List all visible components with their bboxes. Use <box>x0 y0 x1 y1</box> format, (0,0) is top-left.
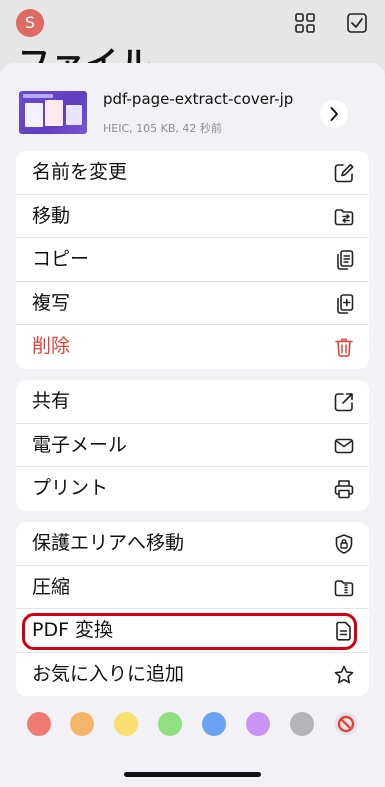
rename-row[interactable]: 名前を変更 <box>16 151 369 195</box>
file-name: pdf-page-extract-cover-jp <box>103 90 294 108</box>
home-indicator <box>124 772 261 777</box>
star-icon <box>334 665 354 684</box>
email-label: 電子メール <box>32 433 128 456</box>
compress-row[interactable]: 圧縮 <box>16 566 369 610</box>
compress-label: 圧縮 <box>32 575 71 598</box>
rename-icon <box>334 164 354 183</box>
file-actions-group: 名前を変更 移動 コピー 複写 削除 <box>16 151 369 369</box>
grid-view-icon[interactable] <box>294 12 316 34</box>
color-tag-purple[interactable] <box>246 712 270 736</box>
share-actions-group: 共有 電子メール プリント <box>16 380 369 511</box>
color-tag-green[interactable] <box>158 712 182 736</box>
color-tag-blue[interactable] <box>202 712 226 736</box>
chevron-right-icon <box>330 107 338 121</box>
duplicate-label: 複写 <box>32 291 71 314</box>
color-tag-orange[interactable] <box>70 712 94 736</box>
move-label: 移動 <box>32 204 71 227</box>
move-row[interactable]: 移動 <box>16 195 369 239</box>
protected-area-label: 保護エリアへ移動 <box>32 532 185 554</box>
clear-tag-icon[interactable] <box>334 712 358 736</box>
delete-row[interactable]: 削除 <box>16 325 369 369</box>
copy-row[interactable]: コピー <box>16 238 369 282</box>
move-folder-icon <box>334 208 354 225</box>
duplicate-icon <box>337 293 354 314</box>
shield-lock-icon <box>335 534 353 554</box>
delete-label: 削除 <box>32 335 71 358</box>
color-tag-row <box>0 708 385 738</box>
mail-icon <box>334 438 354 453</box>
favorite-label: お気に入りに追加 <box>32 662 185 685</box>
email-row[interactable]: 電子メール <box>16 424 369 468</box>
pdf-convert-row[interactable]: PDF 変換 <box>16 609 369 653</box>
select-checkbox-icon[interactable] <box>346 12 368 34</box>
favorite-row[interactable]: お気に入りに追加 <box>16 653 369 697</box>
rename-label: 名前を変更 <box>32 161 128 183</box>
file-thumbnail <box>19 91 87 134</box>
copy-icon <box>337 250 354 270</box>
share-label: 共有 <box>32 390 71 412</box>
document-icon <box>336 621 351 641</box>
printer-icon <box>334 480 354 499</box>
background-top-bar: S ファイル <box>0 0 385 82</box>
color-tag-yellow[interactable] <box>114 712 138 736</box>
color-tag-red[interactable] <box>27 712 51 736</box>
file-meta: HEIC, 105 KB, 42 秒前 <box>103 122 222 135</box>
copy-label: コピー <box>32 248 90 271</box>
more-actions-group: 保護エリアへ移動 圧縮 PDF 変換 お気に入りに追加 <box>16 522 369 697</box>
protected-area-row[interactable]: 保護エリアへ移動 <box>16 522 369 566</box>
trash-icon <box>335 339 353 358</box>
file-info-button[interactable] <box>320 100 348 128</box>
print-label: プリント <box>32 477 109 500</box>
avatar[interactable]: S <box>16 9 44 37</box>
share-icon <box>334 393 353 412</box>
duplicate-row[interactable]: 複写 <box>16 282 369 326</box>
file-header: pdf-page-extract-cover-jp HEIC, 105 KB, … <box>0 63 385 149</box>
share-row[interactable]: 共有 <box>16 380 369 424</box>
pdf-convert-label: PDF 変換 <box>32 619 114 642</box>
color-tag-gray[interactable] <box>290 712 314 736</box>
print-row[interactable]: プリント <box>16 467 369 511</box>
zip-folder-icon <box>334 579 354 596</box>
